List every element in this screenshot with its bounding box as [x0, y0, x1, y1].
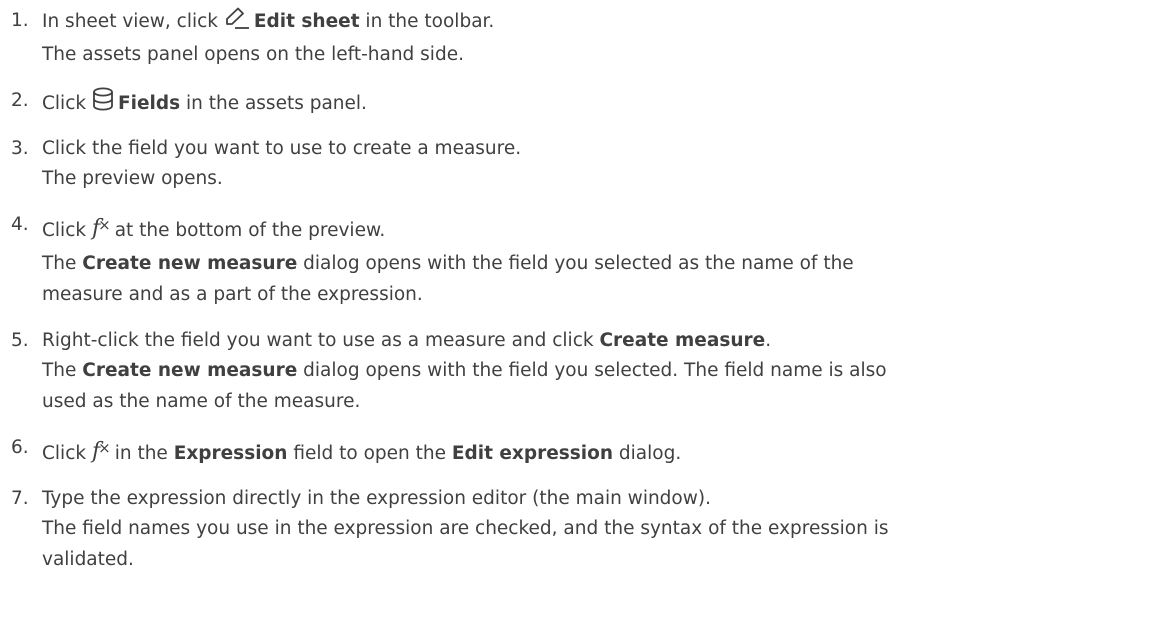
step-number: 6.	[11, 437, 29, 458]
step-number: 7.	[11, 488, 29, 509]
step-result-text: The assets panel opens on the left-hand …	[42, 44, 464, 65]
step-result-text: The field names you use in the expressio…	[42, 518, 889, 539]
step-text-post: in the toolbar.	[359, 11, 495, 32]
step-2: 2. Click Fields in the assets panel.	[0, 87, 1163, 118]
step-number: 5.	[11, 330, 29, 351]
step-6: 6. Click f× in the Expression field to op…	[0, 434, 1163, 468]
create-measure-label: Create measure	[599, 330, 766, 351]
fx-icon: f×	[91, 216, 111, 241]
step-text: Type the expression directly in the expr…	[42, 488, 711, 509]
step-text-post: dialog.	[613, 443, 682, 464]
step-number: 2.	[11, 90, 29, 111]
step-number: 4.	[11, 214, 29, 235]
step-text: Click f× at the bottom of the preview.	[42, 211, 1163, 245]
step-result: The Create new measure dialog opens with…	[42, 355, 1163, 417]
pencil-icon	[224, 7, 250, 29]
step-4: 4. Click f× at the bottom of the preview.…	[0, 211, 1163, 310]
step-text: In sheet view, click Edit sheet in the t…	[42, 7, 1163, 36]
step-3: 3. Click the field you want to use to cr…	[0, 135, 1163, 194]
edit-expression-label: Edit expression	[451, 443, 614, 464]
step-text: Click Fields in the assets panel.	[42, 87, 1163, 118]
step-text-pre: In sheet view, click	[42, 11, 224, 32]
edit-sheet-label: Edit sheet	[253, 11, 360, 32]
step-result-text: The Create new measure dialog opens with…	[42, 360, 887, 381]
database-icon	[92, 87, 114, 111]
step-result: The field names you use in the expressio…	[42, 513, 1163, 575]
step-text-pre: Right-click the field you want to use as…	[42, 330, 600, 351]
step-text-post: in the assets panel.	[180, 93, 367, 114]
step-text: Click f× in the Expression field to open …	[42, 439, 682, 464]
step-7: 7. Type the expression directly in the e…	[0, 485, 1163, 575]
step-1: 1. In sheet view, click Edit sheet in th…	[0, 7, 1163, 70]
step-result-text: The preview opens.	[42, 168, 223, 189]
step-text: Click the field you want to use to creat…	[42, 138, 522, 159]
step-text-pre: Click	[42, 443, 92, 464]
step-result: The assets panel opens on the left-hand …	[42, 39, 1163, 70]
fx-icon: f×	[91, 439, 111, 464]
step-result: The Create new measure dialog opens with…	[42, 248, 1163, 310]
expression-label: Expression	[173, 443, 288, 464]
step-result-text: The Create new measure dialog opens with…	[42, 253, 854, 274]
step-number: 1.	[11, 10, 29, 31]
step-result-text: validated.	[42, 549, 134, 570]
step-result-text: used as the name of the measure.	[42, 391, 361, 412]
step-text-post: at the bottom of the preview.	[114, 220, 386, 241]
step-5: 5. Right-click the field you want to use…	[0, 327, 1163, 417]
step-text-post: .	[765, 330, 772, 351]
step-number: 3.	[11, 138, 29, 159]
create-new-measure-label: Create new measure	[82, 253, 298, 274]
fields-label: Fields	[117, 93, 181, 114]
instruction-steps: 1. In sheet view, click Edit sheet in th…	[0, 0, 1163, 575]
step-text: Right-click the field you want to use as…	[42, 327, 1163, 355]
step-result: The preview opens.	[42, 163, 1163, 194]
step-text-pre: Click	[42, 220, 92, 241]
step-text-pre: Click	[42, 93, 92, 114]
step-result-text: measure and as a part of the expression.	[42, 284, 423, 305]
create-new-measure-label: Create new measure	[82, 360, 298, 381]
